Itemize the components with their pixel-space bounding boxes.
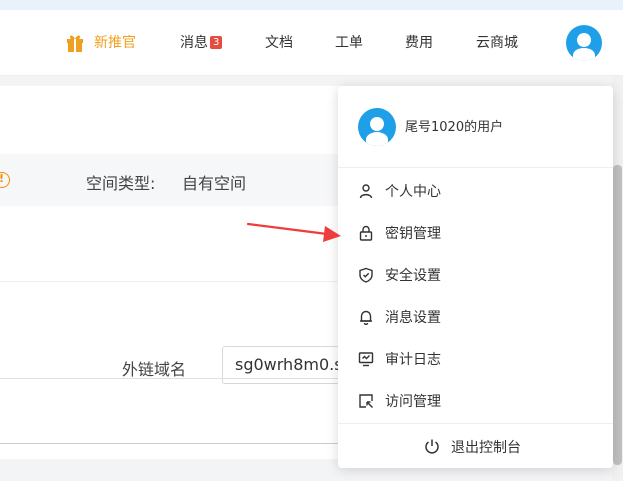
menu-item-access-management[interactable]: 访问管理: [338, 380, 613, 422]
menu-item-profile[interactable]: 个人中心: [338, 170, 613, 212]
user-dropdown-menu: 尾号1020的用户 个人中心 密钥管理 安全设置 消息设置 审计日志 访问管理 …: [338, 86, 613, 468]
dropdown-user-header: 尾号1020的用户: [338, 86, 613, 168]
menu-item-audit-log[interactable]: 审计日志: [338, 338, 613, 380]
messages-count-badge: 3: [210, 36, 223, 49]
menu-item-label: 安全设置: [385, 268, 441, 284]
top-navbar: 新推官 消息 3 文档 工单 费用 云商城: [0, 10, 623, 76]
lock-icon: [359, 225, 373, 241]
access-icon: [359, 394, 373, 408]
bell-icon: [360, 310, 372, 325]
menu-item-label: 访问管理: [385, 394, 441, 410]
menu-item-message-settings[interactable]: 消息设置: [338, 296, 613, 338]
top-strip: [0, 0, 623, 10]
dropdown-avatar: [358, 108, 396, 146]
nav-promo-link[interactable]: 新推官: [94, 34, 136, 52]
space-type-value: 自有空间: [182, 174, 247, 193]
power-icon: [425, 439, 439, 454]
nav-billing-link[interactable]: 费用: [405, 34, 433, 52]
scrollbar-thumb[interactable]: [613, 165, 622, 465]
gift-icon[interactable]: [66, 33, 84, 53]
menu-item-label: 消息设置: [385, 310, 441, 326]
dropdown-username: 尾号1020的用户: [405, 120, 504, 135]
nav-market-link[interactable]: 云商城: [476, 34, 518, 52]
red-annotation-arrow: [246, 222, 341, 242]
menu-item-key-management[interactable]: 密钥管理: [338, 212, 613, 254]
logout-button[interactable]: 退出控制台: [338, 423, 613, 468]
user-avatar-button[interactable]: [566, 25, 602, 61]
space-type-label: 空间类型:: [86, 174, 156, 193]
domain-label: 外链域名: [122, 360, 187, 379]
user-icon: [359, 184, 373, 199]
nav-tickets-link[interactable]: 工单: [335, 34, 363, 52]
nav-messages-link[interactable]: 消息 3: [180, 34, 223, 52]
nav-messages-label: 消息: [180, 35, 208, 51]
monitor-icon: [358, 352, 374, 367]
menu-item-label: 个人中心: [385, 184, 441, 200]
menu-item-security[interactable]: 安全设置: [338, 254, 613, 296]
logout-label: 退出控制台: [451, 440, 521, 456]
menu-item-label: 密钥管理: [385, 226, 441, 242]
shield-icon: [359, 267, 373, 283]
menu-item-label: 审计日志: [385, 352, 441, 368]
nav-docs-link[interactable]: 文档: [265, 34, 293, 52]
